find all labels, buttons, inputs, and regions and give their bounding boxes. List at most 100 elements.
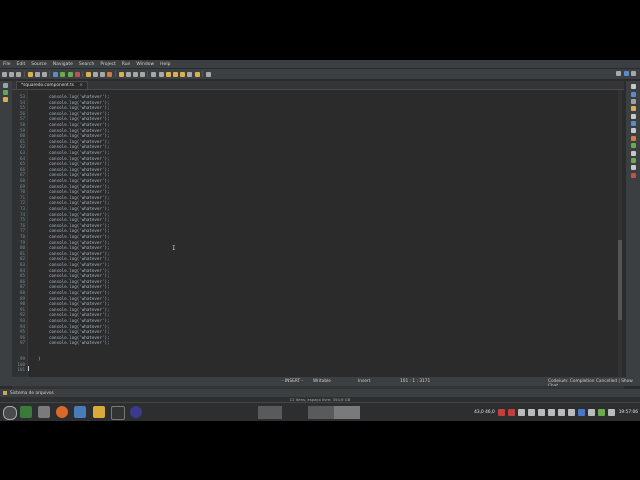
terminal-icon[interactable] [41, 71, 47, 77]
notification-icon[interactable] [537, 408, 545, 416]
close-tab-icon[interactable]: × [79, 83, 83, 88]
git-icon[interactable] [630, 157, 636, 163]
update-icon[interactable] [557, 408, 565, 416]
back-icon[interactable] [172, 71, 178, 77]
prev-annotation-icon[interactable] [158, 71, 164, 77]
bookmark-icon[interactable] [205, 71, 211, 77]
menu-edit[interactable]: Edit [17, 62, 26, 67]
menu-project[interactable]: Project [100, 62, 115, 67]
outline-view-icon[interactable] [630, 98, 636, 104]
console-icon[interactable] [630, 128, 636, 134]
progress-icon[interactable] [630, 135, 636, 141]
menu-source[interactable]: Source [31, 62, 46, 67]
closing-brace: } [38, 356, 41, 361]
code-editor[interactable]: 53 console.log('whatever'); 54 console.log(… [12, 90, 622, 377]
task-window-button[interactable] [258, 406, 282, 419]
keyboard-layout-icon[interactable] [567, 408, 575, 416]
code-line: console.log('whatever'); [49, 206, 110, 211]
line-number: 75 [19, 217, 25, 223]
show-whitespace-icon[interactable] [133, 71, 138, 77]
network-icon[interactable] [587, 408, 595, 416]
debug-icon[interactable] [53, 71, 59, 77]
vertical-scrollbar[interactable] [618, 90, 622, 377]
filesystem-label[interactable]: Sistema de arquivos [10, 391, 54, 396]
code-line: console.log('whatever'); [49, 312, 110, 318]
files-app-icon[interactable] [93, 406, 105, 418]
toolbar-divider [23, 71, 25, 77]
open-perspective-icon[interactable] [616, 71, 622, 76]
new-project-icon[interactable] [85, 71, 91, 77]
menu-navigate[interactable]: Navigate [53, 62, 73, 67]
terminal-app-icon[interactable] [20, 406, 32, 418]
filter-icon[interactable] [140, 71, 146, 77]
volume-icon[interactable] [607, 408, 615, 416]
editor-tab[interactable]: *squaredo.component.ts × [16, 81, 89, 89]
line-number: 55 [19, 105, 25, 111]
task-window-button[interactable] [308, 406, 334, 419]
search-view-icon[interactable] [630, 150, 636, 156]
code-line: console.log('whatever'); [49, 122, 110, 127]
code-line: console.log('whatever'); [49, 234, 110, 239]
toolbar-divider [81, 71, 83, 77]
error-log-icon[interactable] [630, 172, 636, 178]
build-icon[interactable] [93, 71, 99, 77]
media-app-icon[interactable] [111, 406, 125, 420]
javadoc-icon[interactable] [630, 113, 636, 119]
nav-history-icon[interactable] [187, 71, 193, 77]
search-icon[interactable] [100, 71, 106, 77]
start-menu-icon[interactable] [3, 406, 17, 420]
eclipse-app-icon[interactable] [130, 406, 142, 418]
display-icon[interactable] [547, 408, 555, 416]
problems-icon[interactable] [630, 106, 636, 112]
code-line: console.log('whatever'); [49, 194, 110, 200]
clipboard-icon[interactable] [527, 408, 535, 416]
open-folder-icon[interactable] [27, 71, 33, 77]
browser-icon[interactable] [74, 406, 86, 418]
save-all-icon[interactable] [16, 71, 22, 77]
run-icon[interactable] [60, 71, 66, 77]
menu-help[interactable]: Help [160, 62, 170, 67]
declaration-icon[interactable] [630, 121, 636, 127]
screenshot-app-icon[interactable] [38, 406, 50, 418]
mark-occurrences-icon[interactable] [118, 71, 124, 77]
menu-search[interactable]: Search [79, 62, 94, 67]
next-annotation-icon[interactable] [151, 71, 157, 77]
line-number: 94 [19, 323, 25, 329]
task-list-icon[interactable] [630, 91, 636, 97]
last-edit-icon[interactable] [165, 71, 171, 77]
save-icon[interactable] [9, 71, 15, 77]
screencast-icon[interactable] [507, 408, 515, 416]
terminal-view-icon[interactable] [630, 143, 636, 149]
project-explorer-icon[interactable] [3, 90, 8, 95]
pin-icon[interactable] [194, 71, 200, 77]
us-flag-icon[interactable] [577, 408, 585, 416]
line-number: 101 [17, 367, 25, 372]
code-line: console.log('whatever'); [49, 295, 110, 301]
code-line: console.log('whatever'); [49, 278, 110, 284]
outline-icon[interactable] [3, 97, 8, 102]
firefox-icon[interactable] [56, 406, 68, 418]
record-icon[interactable] [497, 408, 505, 416]
run-config-icon[interactable] [67, 71, 73, 77]
restore-icon[interactable] [630, 84, 636, 90]
clock[interactable]: 19:57:06 [619, 410, 638, 415]
bookmarks-icon[interactable] [630, 165, 636, 171]
print-icon[interactable] [34, 71, 40, 77]
menu-run[interactable]: Run [122, 62, 131, 67]
power-icon[interactable] [597, 408, 605, 416]
scrollbar-thumb[interactable] [618, 240, 622, 320]
stop-icon[interactable] [74, 71, 80, 77]
perspective-java-icon[interactable] [623, 71, 629, 76]
perspective-debug-icon[interactable] [630, 71, 636, 76]
vim-mode-indicator: - INSERT - [282, 379, 304, 384]
forward-icon[interactable] [180, 71, 186, 77]
menu-file[interactable]: File [3, 62, 11, 67]
menu-window[interactable]: Window [136, 62, 154, 67]
bluetooth-icon[interactable] [517, 408, 525, 416]
task-window-button-active[interactable] [334, 406, 360, 419]
menu-bar: File Edit Source Navigate Search Project… [0, 60, 640, 68]
brush-icon[interactable] [107, 71, 113, 77]
block-select-icon[interactable] [125, 71, 131, 77]
minimized-view-icon[interactable] [3, 83, 8, 88]
new-file-icon[interactable] [2, 71, 7, 77]
